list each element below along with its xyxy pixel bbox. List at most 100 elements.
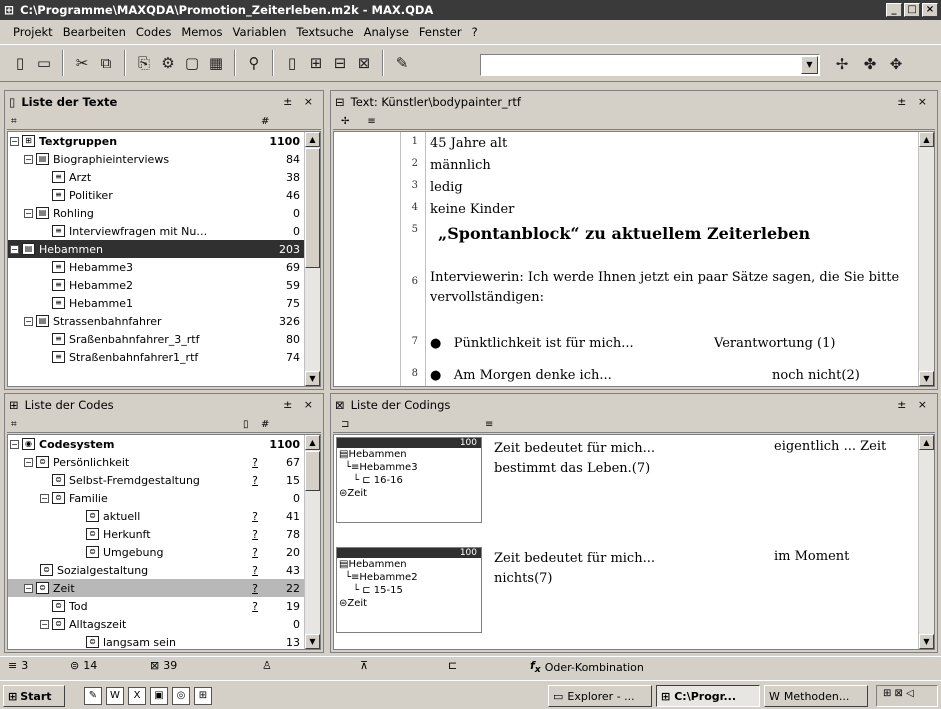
quicklaunch-icon[interactable]: ▣ bbox=[150, 687, 168, 705]
quicklaunch-icon[interactable]: ◎ bbox=[172, 687, 190, 705]
tree-row[interactable]: − ▤ Rohling 0 bbox=[8, 204, 304, 222]
doc-line[interactable]: 4 keine Kinder bbox=[334, 202, 918, 224]
tree-row-selected[interactable]: − ⊜ Zeit? 22 bbox=[8, 579, 304, 597]
tree-row[interactable]: ⊜ aktuell? 41 bbox=[8, 507, 304, 525]
doc-line[interactable]: 1 45 Jahre alt bbox=[334, 136, 918, 158]
codes-panel-header[interactable]: ⊞ Liste der Codes ± × bbox=[5, 394, 323, 416]
scroll-down-icon[interactable]: ▼ bbox=[919, 371, 934, 386]
codings-panel-header[interactable]: ⊠ Liste der Codings ± × bbox=[331, 394, 937, 416]
close-button[interactable]: × bbox=[922, 3, 938, 17]
quicklaunch-icon[interactable]: ✎ bbox=[84, 687, 102, 705]
menu-textsuche[interactable]: Textsuche bbox=[291, 25, 358, 39]
text-scrollbar[interactable]: ▲ ▼ bbox=[918, 132, 934, 386]
text-panel-header[interactable]: ⊟ Text: Künstler\bodypainter_rtf ± × bbox=[331, 91, 937, 113]
tree-row[interactable]: − ▤ Strassenbahnfahrer 326 bbox=[8, 312, 304, 330]
texts-window-icon[interactable]: ▯ bbox=[280, 51, 304, 75]
link-icon[interactable]: ⎘ bbox=[132, 51, 156, 75]
coding-meta[interactable]: 100 ▤Hebammen └≡Hebamme3 └ ⊏ 16-16 ⊜Zeit bbox=[336, 437, 482, 523]
word-icon[interactable]: W bbox=[106, 687, 124, 705]
tree-row[interactable]: ⊜ Sozialgestaltung? 43 bbox=[8, 561, 304, 579]
menu-analyse[interactable]: Analyse bbox=[359, 25, 414, 39]
menu-bearbeiten[interactable]: Bearbeiten bbox=[58, 25, 131, 39]
filter-icon[interactable]: ⊼ bbox=[360, 659, 368, 672]
memo-icon[interactable]: ✎ bbox=[390, 51, 414, 75]
pin-icon[interactable]: ✢ bbox=[830, 52, 854, 76]
scroll-up-icon[interactable]: ▲ bbox=[919, 132, 934, 147]
code-search-combo[interactable]: ▼ bbox=[480, 54, 820, 76]
document-view[interactable]: 1 45 Jahre alt 2 männlich 3 ledig 4 keine Ki… bbox=[333, 131, 935, 387]
table-icon[interactable]: ▦ bbox=[204, 51, 228, 75]
menu-fenster[interactable]: Fenster bbox=[414, 25, 467, 39]
tree-row[interactable]: ≡ Politiker 46 bbox=[8, 186, 304, 204]
tree-row[interactable]: ≡ Hebamme2 59 bbox=[8, 276, 304, 294]
coding-meta[interactable]: 100 ▤Hebammen └≡Hebamme2 └ ⊏ 15-15 ⊜Zeit bbox=[336, 547, 482, 633]
codes-scrollbar[interactable]: ▲ ▼ bbox=[304, 435, 320, 649]
excel-icon[interactable]: X bbox=[128, 687, 146, 705]
scroll-up-icon[interactable]: ▲ bbox=[305, 132, 320, 147]
texts-col-name[interactable]: ⌗ bbox=[11, 116, 17, 127]
tree-row[interactable]: − ⊜ Familie 0 bbox=[8, 489, 304, 507]
activation-icon[interactable]: ✤ bbox=[858, 52, 882, 76]
tree-row[interactable]: − ⊜ Alltagszeit 0 bbox=[8, 615, 304, 633]
tree-row[interactable]: ≡ Hebamme3 69 bbox=[8, 258, 304, 276]
pin-icon[interactable]: ✢ bbox=[341, 116, 349, 127]
open-project-icon[interactable]: ▭ bbox=[32, 51, 56, 75]
weight-icon[interactable]: ✥ bbox=[884, 52, 908, 76]
texts-panel-controls[interactable]: ± × bbox=[283, 95, 317, 108]
codes-window-icon[interactable]: ⊞ bbox=[304, 51, 328, 75]
doc-line[interactable]: 3 ledig bbox=[334, 180, 918, 202]
tree-row[interactable]: − ⊞ Textgruppen 1100 bbox=[8, 132, 304, 150]
text-window-icon[interactable]: ⊟ bbox=[328, 51, 352, 75]
task-explorer[interactable]: ▭ Explorer - ... bbox=[548, 685, 652, 707]
tree-row[interactable]: − ▤ Biographieinterviews 84 bbox=[8, 150, 304, 168]
codings-scrollbar[interactable]: ▲ ▼ bbox=[918, 435, 934, 649]
doc-line[interactable]: 7 ● Pünktlichkeit ist für mich... Verantwo… bbox=[334, 336, 918, 358]
tree-row-selected[interactable]: − ▤ Hebammen 203 bbox=[8, 240, 304, 258]
start-button[interactable]: ⊞ Start bbox=[3, 685, 65, 707]
scroll-up-icon[interactable]: ▲ bbox=[305, 435, 320, 450]
menu-variablen[interactable]: Variablen bbox=[228, 25, 292, 39]
scroll-thumb[interactable] bbox=[305, 148, 320, 268]
new-project-icon[interactable]: ▯ bbox=[8, 51, 32, 75]
scroll-down-icon[interactable]: ▼ bbox=[919, 634, 934, 649]
tree-row[interactable]: ⊜ Tod? 19 bbox=[8, 597, 304, 615]
tree-row[interactable]: ⊜ langsam sein 13 bbox=[8, 633, 304, 649]
menu-memos[interactable]: Memos bbox=[176, 25, 227, 39]
codes-column-header[interactable]: ⌗ ▯ # bbox=[7, 417, 321, 433]
tree-row[interactable]: − ◉ Codesystem 1100 bbox=[8, 435, 304, 453]
scroll-down-icon[interactable]: ▼ bbox=[305, 634, 320, 649]
chevron-down-icon[interactable]: ▼ bbox=[801, 56, 818, 74]
codings-panel-controls[interactable]: ± × bbox=[897, 398, 931, 411]
lines-icon[interactable]: ≡ bbox=[367, 116, 375, 127]
doc-line[interactable]: 2 männlich bbox=[334, 158, 918, 180]
tree-row[interactable]: ≡ Straßenbahnfahrer1_rtf 74 bbox=[8, 348, 304, 366]
lines-icon[interactable]: ≡ bbox=[485, 419, 493, 430]
tree-row[interactable]: ≡ Interviewfragen mit Nu… 0 bbox=[8, 222, 304, 240]
menu-help[interactable]: ? bbox=[467, 25, 483, 39]
tree-row[interactable]: ⊜ Herkunft? 78 bbox=[8, 525, 304, 543]
doc-heading[interactable]: 5 „Spontanblock“ zu aktuellem Zeiterleben bbox=[334, 224, 918, 252]
scroll-down-icon[interactable]: ▼ bbox=[305, 371, 320, 386]
tree-row[interactable]: ≡ Sraßenbahnfahrer_3_rtf 80 bbox=[8, 330, 304, 348]
task-methoden[interactable]: W Methoden... bbox=[764, 685, 868, 707]
tray-icons[interactable]: ⊞ ⊠ ◁ bbox=[877, 688, 914, 699]
texts-panel-header[interactable]: ▯ Liste der Texte ± × bbox=[5, 91, 323, 113]
pin-icon[interactable]: ⊐ bbox=[341, 419, 349, 430]
tree-row[interactable]: − ⊜ Persönlichkeit? 67 bbox=[8, 453, 304, 471]
settings-icon[interactable]: ⚙ bbox=[156, 51, 180, 75]
search-icon[interactable]: ⚲ bbox=[242, 51, 266, 75]
codes-col-count[interactable]: # bbox=[261, 419, 269, 430]
codes-panel-controls[interactable]: ± × bbox=[283, 398, 317, 411]
tree-row[interactable]: ≡ Arzt 38 bbox=[8, 168, 304, 186]
cut-icon[interactable]: ✂ bbox=[70, 51, 94, 75]
task-maxqda[interactable]: ⊞ C:\Progr... bbox=[656, 685, 760, 707]
coding-item[interactable]: 100 ▤Hebammen └≡Hebamme3 └ ⊏ 16-16 ⊜Zeit… bbox=[334, 437, 918, 543]
document-icon[interactable]: ▢ bbox=[180, 51, 204, 75]
doc-line[interactable]: 8 ● Am Morgen denke ich... noch nicht(2) bbox=[334, 368, 918, 386]
scroll-up-icon[interactable]: ▲ bbox=[919, 435, 934, 450]
scroll-thumb[interactable] bbox=[305, 451, 320, 491]
link-toggle-icon[interactable]: ⊏ bbox=[448, 659, 457, 672]
menu-codes[interactable]: Codes bbox=[131, 25, 176, 39]
copy-icon[interactable]: ⧉ bbox=[94, 51, 118, 75]
doc-line[interactable]: 6 Interviewerin: Ich werde Ihnen jetzt ei… bbox=[334, 268, 918, 312]
